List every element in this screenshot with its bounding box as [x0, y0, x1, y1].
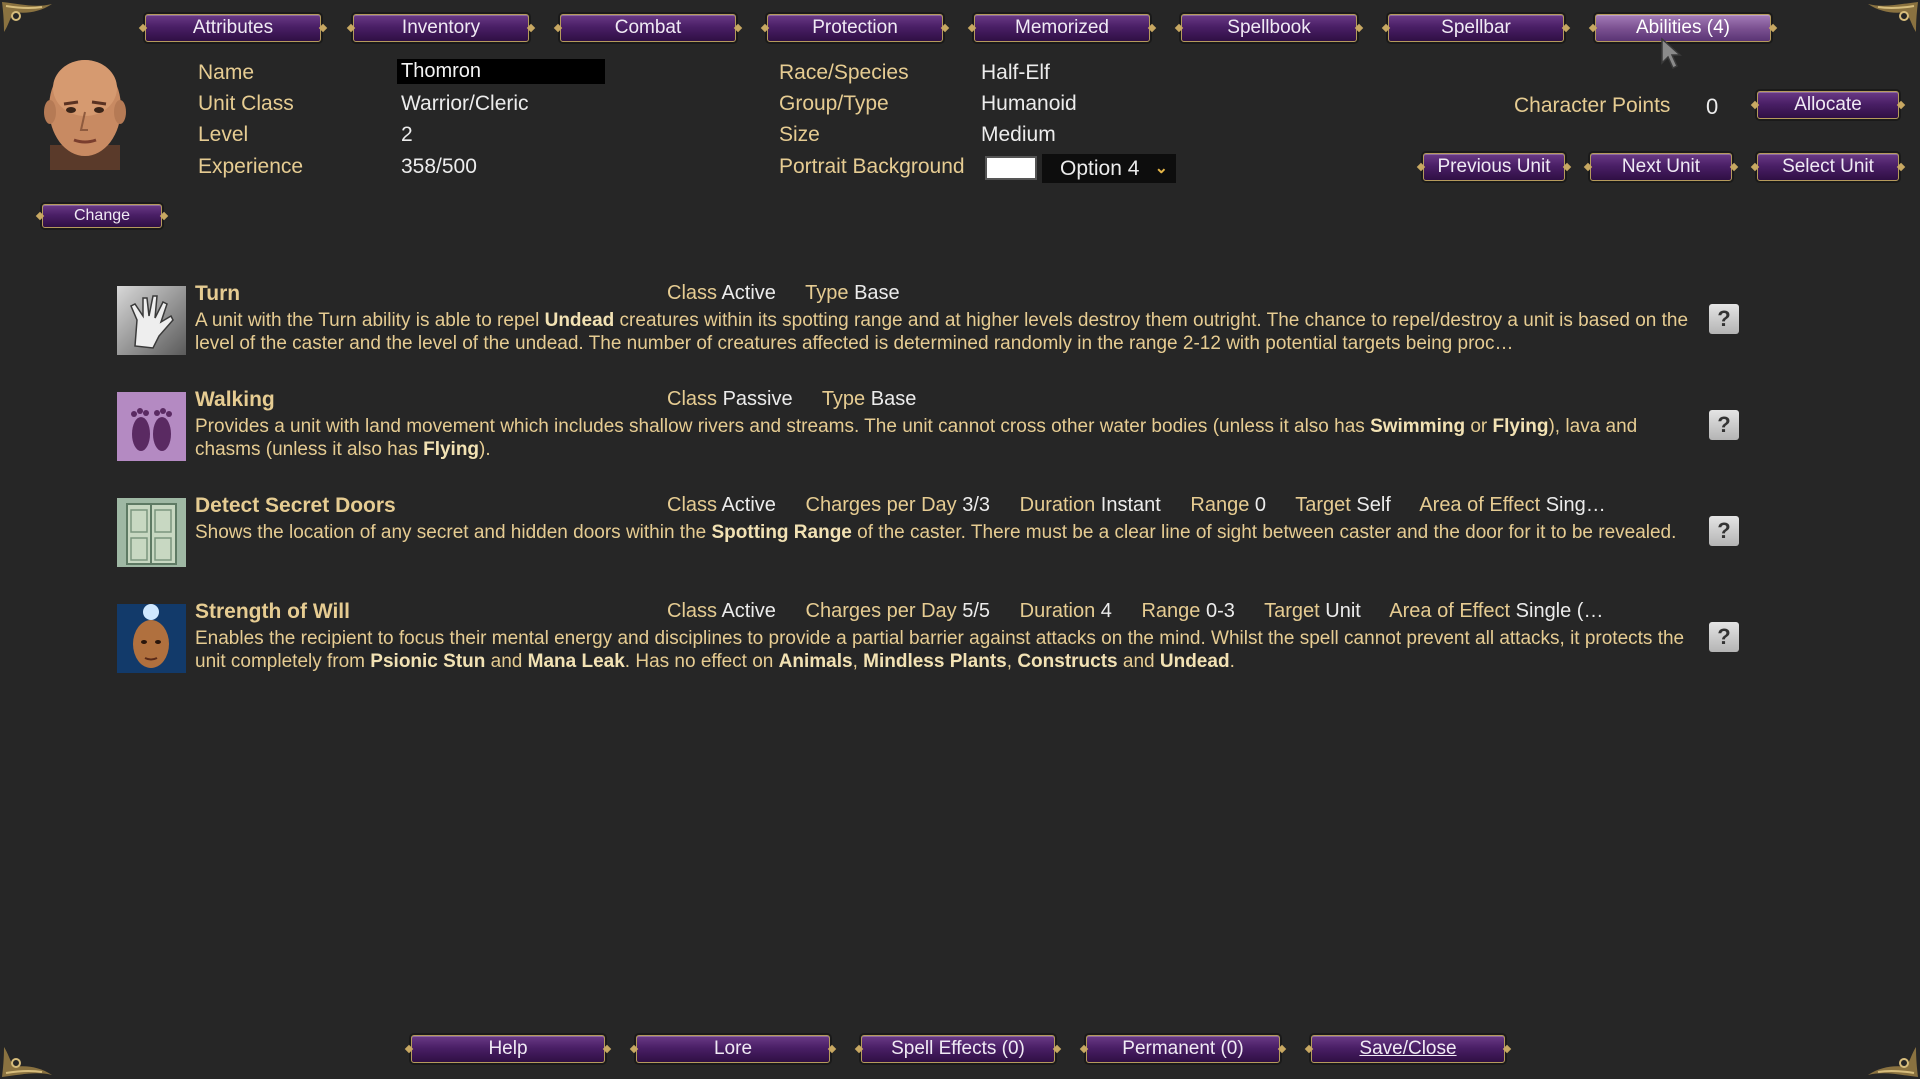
permanent-button[interactable]: Permanent (0) — [1086, 1035, 1280, 1063]
tab-spellbook[interactable]: Spellbook — [1181, 14, 1357, 42]
ability-meta: Class Active Charges per Day 5/5 Duratio… — [667, 600, 1604, 622]
name-label: Name — [198, 61, 255, 84]
character-points-value: 0 — [1706, 94, 1719, 119]
corner-ornament — [0, 1035, 60, 1079]
ability-row-walking: Walking Class Passive Type Base Provides… — [117, 388, 1739, 478]
ability-name: Strength of Will — [195, 600, 350, 623]
spell-effects-button[interactable]: Spell Effects (0) — [861, 1035, 1055, 1063]
tab-combat[interactable]: Combat — [560, 14, 736, 42]
race-label: Race/Species — [779, 61, 909, 84]
select-unit-button[interactable]: Select Unit — [1757, 153, 1899, 181]
level-label: Level — [198, 123, 249, 146]
portrait-background-label: Portrait Background — [779, 155, 965, 178]
group-value: Humanoid — [981, 92, 1077, 115]
tab-attributes[interactable]: Attributes — [145, 14, 321, 42]
ability-help-button[interactable]: ? — [1709, 410, 1739, 440]
ability-meta: Class Active Charges per Day 3/3 Duratio… — [667, 494, 1606, 516]
experience-value: 358/500 — [401, 155, 477, 178]
turn-hand-icon — [117, 286, 186, 355]
tab-inventory[interactable]: Inventory — [353, 14, 529, 42]
secret-door-icon — [117, 498, 186, 567]
portrait-image — [44, 60, 126, 170]
ability-name: Detect Secret Doors — [195, 494, 396, 517]
ability-description: Enables the recipient to focus their men… — [195, 628, 1685, 672]
race-value: Half-Elf — [981, 61, 1050, 84]
portrait-background-swatch[interactable] — [985, 156, 1037, 180]
level-value: 2 — [401, 123, 413, 146]
glowing-head-icon — [117, 604, 186, 673]
ability-help-button[interactable]: ? — [1709, 516, 1739, 546]
lore-button[interactable]: Lore — [636, 1035, 830, 1063]
tab-memorized[interactable]: Memorized — [974, 14, 1150, 42]
ability-description: A unit with the Turn ability is able to … — [195, 310, 1689, 354]
unit-class-value: Warrior/Cleric — [401, 92, 529, 115]
ability-meta: Class Passive Type Base — [667, 388, 917, 410]
ability-name: Walking — [195, 388, 275, 411]
ability-description: Provides a unit with land movement which… — [195, 416, 1638, 460]
ability-row-strength-of-will: Strength of Will Class Active Charges pe… — [117, 600, 1739, 690]
next-unit-button[interactable]: Next Unit — [1590, 153, 1732, 181]
allocate-button[interactable]: Allocate — [1757, 91, 1899, 119]
unit-portrait — [30, 50, 140, 170]
help-button[interactable]: Help — [411, 1035, 605, 1063]
character-points-label: Character Points — [1514, 94, 1671, 117]
name-input[interactable] — [397, 59, 605, 84]
ability-help-button[interactable]: ? — [1709, 304, 1739, 334]
save-close-button[interactable]: Save/Close — [1311, 1035, 1505, 1063]
ability-row-turn: Turn Class Active Type Base A unit with … — [117, 282, 1739, 372]
change-portrait-button[interactable]: Change — [42, 204, 162, 228]
footprints-icon — [117, 392, 186, 461]
ability-meta: Class Active Type Base — [667, 282, 900, 304]
ability-description: Shows the location of any secret and hid… — [195, 522, 1677, 543]
ability-name: Turn — [195, 282, 241, 305]
size-label: Size — [779, 123, 820, 146]
mouse-cursor-icon — [1661, 37, 1682, 70]
corner-ornament — [1860, 1035, 1920, 1079]
group-label: Group/Type — [779, 92, 889, 115]
tab-protection[interactable]: Protection — [767, 14, 943, 42]
chevron-down-icon: ⌄ — [1154, 160, 1168, 177]
tab-spellbar[interactable]: Spellbar — [1388, 14, 1564, 42]
ability-row-detect-secret-doors: Detect Secret Doors Class Active Charges… — [117, 494, 1739, 584]
experience-label: Experience — [198, 155, 304, 178]
previous-unit-button[interactable]: Previous Unit — [1423, 153, 1565, 181]
portrait-background-select[interactable]: Option 4 ⌄ — [1042, 154, 1176, 183]
ability-help-button[interactable]: ? — [1709, 622, 1739, 652]
size-value: Medium — [981, 123, 1056, 146]
corner-ornament — [1860, 0, 1920, 44]
unit-class-label: Unit Class — [198, 92, 294, 115]
corner-ornament — [0, 0, 60, 44]
